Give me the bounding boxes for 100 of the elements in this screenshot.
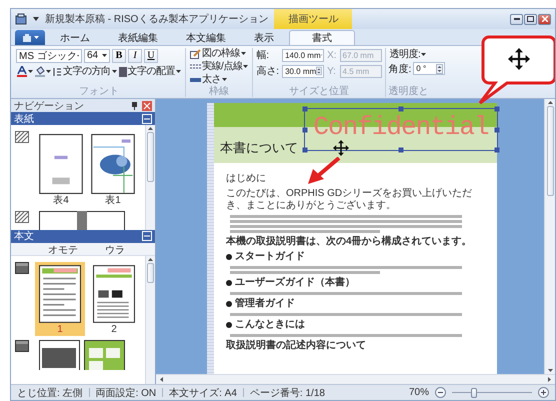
spinner-icon[interactable] xyxy=(316,66,322,76)
font-color-icon xyxy=(17,66,27,77)
page-thumbnail[interactable] xyxy=(93,264,135,323)
number-field[interactable]: 30.0 mm xyxy=(282,64,324,78)
scrollbar-thumb[interactable] xyxy=(147,262,154,283)
resize-handle[interactable] xyxy=(494,106,500,112)
angle-field[interactable]: 0 ° xyxy=(413,62,446,75)
status-text: 両面設定: ON xyxy=(96,386,156,400)
scroll-left-icon[interactable] xyxy=(160,377,163,382)
move-cursor-icon xyxy=(333,140,349,156)
app-icon xyxy=(15,13,27,25)
border-button[interactable]: 実線/点線 xyxy=(189,61,250,73)
bullet-icon xyxy=(226,254,232,260)
status-text: ページ番号: 1/18 xyxy=(250,386,325,400)
scrollbar-thumb[interactable] xyxy=(546,106,554,196)
column-header: オモテ xyxy=(47,244,79,255)
bullet-heading: スタートガイド xyxy=(235,251,305,263)
resize-handle[interactable] xyxy=(398,148,404,152)
page-thumbnail[interactable] xyxy=(39,134,83,194)
close-button[interactable] xyxy=(538,14,551,24)
field-label: 角度: xyxy=(388,62,412,76)
resize-handle[interactable] xyxy=(398,106,404,112)
collapse-icon[interactable] xyxy=(142,231,152,242)
field-label: 幅: xyxy=(256,49,270,62)
resize-handle[interactable] xyxy=(302,148,308,152)
caret-icon xyxy=(102,54,107,58)
pin-icon[interactable] xyxy=(131,102,138,110)
scroll-right-icon[interactable] xyxy=(548,377,551,382)
ribbon-tab[interactable]: 表示 xyxy=(241,30,287,45)
page-cell[interactable]: 表4 xyxy=(35,131,87,207)
text-style-button[interactable]: I xyxy=(128,48,142,62)
scroll-up-icon[interactable] xyxy=(148,127,153,130)
group-label: 透明度と xyxy=(388,86,430,97)
collapse-icon[interactable] xyxy=(142,114,152,124)
resize-handle[interactable] xyxy=(494,127,500,132)
caret-icon xyxy=(176,70,181,74)
resize-handle[interactable] xyxy=(494,148,500,152)
zoom-slider[interactable] xyxy=(452,388,532,398)
page-cell[interactable]: 2 xyxy=(89,262,139,336)
scroll-down-icon[interactable] xyxy=(548,369,552,372)
caret-icon xyxy=(34,36,38,40)
scroll-up-icon[interactable] xyxy=(548,101,552,104)
pane-title: ナビゲーション xyxy=(14,100,85,112)
ribbon-tab[interactable]: ホーム xyxy=(47,30,103,45)
ribbon-tab[interactable]: 表紙編集 xyxy=(105,30,171,45)
group-label: フォント xyxy=(78,86,120,97)
app-menu-button[interactable] xyxy=(15,30,45,45)
maximize-icon xyxy=(527,16,534,22)
font-color-button[interactable] xyxy=(16,66,34,78)
caret-icon xyxy=(243,65,248,69)
group-label: サイズと位置 xyxy=(288,86,350,97)
font-size-dropdown[interactable]: 64 xyxy=(84,48,110,62)
text-align-button[interactable]: 文字の配置 xyxy=(118,66,182,78)
minimize-icon xyxy=(514,18,520,20)
quick-access-caret-icon[interactable] xyxy=(33,16,39,22)
paint-bucket-icon xyxy=(35,66,45,77)
paragraph: このたびは、ORPHIS GDシリーズをお買い上げいただき、まことにありがとうございます。 xyxy=(226,188,474,212)
minimize-button[interactable] xyxy=(510,14,523,24)
fill-color-button[interactable] xyxy=(34,66,52,78)
app-icon xyxy=(22,32,32,42)
close-icon[interactable] xyxy=(142,100,152,110)
spinner-icon[interactable] xyxy=(436,64,444,74)
text-style-button[interactable]: B xyxy=(112,48,126,62)
bullet-icon xyxy=(226,301,232,307)
maximize-button[interactable] xyxy=(524,14,537,24)
transparency-dropdown[interactable]: 透明度: xyxy=(388,48,428,60)
border-button[interactable]: 図の枠線 xyxy=(189,48,250,60)
section-heading: はじめに xyxy=(226,173,267,185)
bullet-icon xyxy=(226,322,232,328)
text-style-button[interactable]: U xyxy=(144,48,158,62)
number-field[interactable]: 140.0 mm xyxy=(282,48,324,62)
zoom-out-icon[interactable] xyxy=(435,387,446,398)
zoom-in-icon[interactable] xyxy=(538,387,549,398)
caret-icon xyxy=(112,70,116,74)
bold-paragraph: 取扱説明書の記述内容について xyxy=(226,340,367,352)
bullet-heading: ユーザーズガイド（本書） xyxy=(235,277,355,289)
font-dropdown[interactable]: MS ゴシック xyxy=(16,48,82,62)
group-label: 枠線 xyxy=(208,86,230,97)
column-header: ウラ xyxy=(104,244,126,255)
line-weight-icon xyxy=(190,75,201,85)
page-icon xyxy=(15,340,29,352)
page-thumbnail[interactable] xyxy=(39,264,81,323)
page-heading: 本書について xyxy=(220,140,298,155)
ribbon-tab[interactable]: 書式 xyxy=(289,30,355,45)
bullet-heading: 管理者ガイド xyxy=(235,298,295,310)
status-text: 本文サイズ: A4 xyxy=(169,386,237,400)
border-button[interactable]: 太さ xyxy=(189,74,250,86)
resize-handle[interactable] xyxy=(302,127,308,132)
resize-handle[interactable] xyxy=(302,106,308,112)
caret-icon xyxy=(28,70,33,74)
window-title: 新規製本原稿 - RISOくるみ製本アプリケーション xyxy=(45,12,268,26)
page-cell[interactable]: 表1 xyxy=(87,131,139,207)
slider-thumb[interactable] xyxy=(471,388,478,398)
field-label: Y: xyxy=(327,66,337,76)
scrollbar-thumb[interactable] xyxy=(147,132,154,182)
caret-icon xyxy=(222,78,227,82)
arrow xyxy=(307,157,341,185)
text-direction-button[interactable]: 文字の方向 xyxy=(52,66,118,78)
page-thumbnail[interactable] xyxy=(91,134,135,194)
ribbon-tab[interactable]: 本文編集 xyxy=(173,30,239,45)
